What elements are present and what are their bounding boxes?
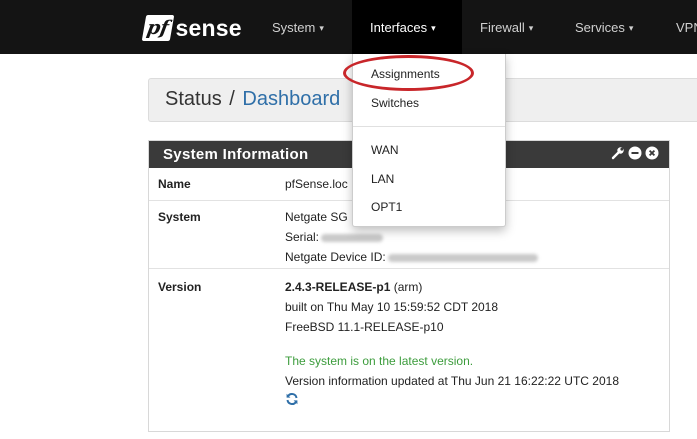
serial-redacted: [321, 233, 384, 242]
nav-firewall[interactable]: Firewall ▾: [480, 0, 533, 54]
chevron-down-icon: ▾: [628, 23, 634, 33]
built-on-line: built on Thu May 10 15:59:52 CDT 2018: [285, 300, 499, 314]
menu-item-wan[interactable]: WAN: [371, 143, 399, 157]
version-number: 2.4.3-RELEASE-p1: [285, 280, 391, 294]
menu-item-switches[interactable]: Switches: [371, 96, 419, 110]
name-label: Name: [158, 177, 191, 191]
panel-tools: [611, 146, 659, 160]
breadcrumb-separator: /: [229, 88, 235, 110]
version-label: Version: [158, 280, 202, 294]
device-id-line: Netgate Device ID:: [285, 247, 538, 267]
nav-interfaces[interactable]: Interfaces ▾: [352, 0, 462, 54]
freebsd-line: FreeBSD 11.1-RELEASE-p10: [285, 320, 444, 334]
menu-item-lan[interactable]: LAN: [371, 172, 394, 186]
wrench-icon[interactable]: [611, 146, 625, 160]
breadcrumb: Status / Dashboard: [165, 88, 340, 111]
name-value: pfSense.loc: [285, 177, 348, 191]
panel-title: System Information: [163, 146, 309, 163]
nav-system[interactable]: System ▾: [272, 0, 324, 54]
logo-pf-mark: pf: [141, 15, 175, 41]
device-id-redacted: [387, 253, 538, 262]
breadcrumb-dashboard-link[interactable]: Dashboard: [242, 88, 340, 110]
breadcrumb-section: Status: [165, 88, 222, 110]
serial-line: Serial:: [285, 227, 538, 247]
version-arch: (arm): [393, 280, 423, 294]
menu-item-opt1[interactable]: OPT1: [371, 200, 402, 214]
top-navbar: pf sense System ▾ Interfaces ▾ Firewall ▾ S…: [0, 0, 697, 54]
nav-services[interactable]: Services ▾: [575, 0, 633, 54]
nav-services-label: Services: [575, 20, 625, 35]
device-id-label: Netgate Device ID:: [285, 250, 386, 264]
system-label: System: [158, 210, 201, 224]
minus-circle-icon[interactable]: [628, 146, 642, 160]
nav-system-label: System: [272, 20, 316, 35]
version-updated-line: Version information updated at Thu Jun 2…: [285, 374, 620, 388]
latest-version-status: The system is on the latest version.: [285, 354, 474, 368]
close-circle-icon[interactable]: [645, 146, 659, 160]
version-line: 2.4.3-RELEASE-p1 (arm): [285, 277, 619, 297]
logo-sense-text: sense: [175, 14, 242, 41]
nav-vpn-label: VPN: [676, 20, 697, 35]
pfsense-logo[interactable]: pf sense: [141, 12, 242, 44]
refresh-icon[interactable]: [285, 392, 619, 412]
version-value: 2.4.3-RELEASE-p1 (arm) built on Thu May …: [285, 277, 619, 412]
nav-firewall-label: Firewall: [480, 20, 525, 35]
chevron-down-icon: ▾: [319, 23, 324, 33]
nav-interfaces-label: Interfaces: [370, 20, 428, 35]
nav-vpn[interactable]: VPN: [676, 0, 697, 54]
chevron-down-icon: ▾: [431, 23, 436, 33]
menu-divider: [353, 126, 505, 127]
chevron-down-icon: ▾: [528, 23, 534, 33]
serial-label: Serial:: [285, 230, 320, 244]
info-row-version: Version 2.4.3-RELEASE-p1 (arm) built on …: [149, 268, 669, 439]
annotation-highlight-circle: [343, 55, 474, 91]
